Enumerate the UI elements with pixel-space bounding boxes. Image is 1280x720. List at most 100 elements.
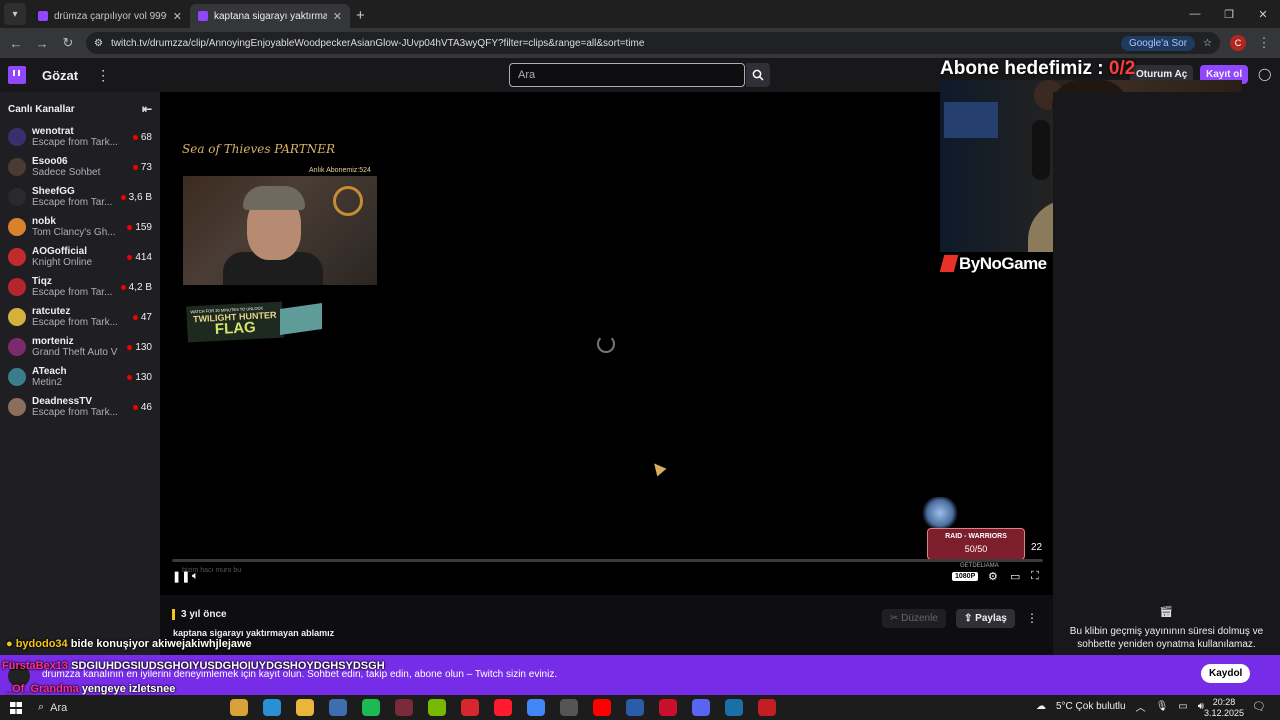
taskbar-app-icon[interactable] (230, 699, 248, 716)
close-tab-icon[interactable]: ✕ (173, 10, 182, 23)
seek-bar[interactable] (172, 559, 1043, 562)
clip-age: 3 yıl önce (172, 609, 227, 620)
channel-game: Escape from Tark... (32, 407, 118, 418)
sidebar-channel-morteniz[interactable]: morteniz Grand Theft Auto V 130 (0, 332, 160, 362)
taskbar-app-icon[interactable] (626, 699, 644, 716)
user-icon[interactable]: ◯ (1258, 67, 1271, 81)
raid-widget: RAID - WARRIORS 50/50 (927, 528, 1025, 560)
twitch-logo-icon[interactable] (8, 66, 26, 84)
browser-tab-strip: ▾ drümza çarpılıyor vol 999999 - ✕ kapta… (0, 0, 1280, 28)
video-player[interactable]: Sea of Thieves PARTNER Anlık Abonemiz:52… (160, 92, 1053, 595)
collapse-sidebar-icon[interactable]: ⇤ (142, 102, 152, 116)
search-input[interactable]: Ara (509, 63, 745, 87)
subscriber-count: Anlık Abonemiz:524 (309, 167, 371, 174)
viewer-count: 47 (133, 312, 152, 323)
address-bar[interactable]: ⚙ twitch.tv/drumzza/clip/AnnoyingEnjoyab… (86, 32, 1220, 54)
channel-name: DeadnessTV (32, 396, 93, 407)
sidebar-channel-ateach[interactable]: ATeach Metin2 130 (0, 362, 160, 392)
more-options-icon[interactable]: ⋮ (1026, 611, 1038, 625)
new-tab-button[interactable]: + (356, 7, 365, 24)
close-tab-icon[interactable]: ✕ (333, 10, 342, 23)
share-button[interactable]: ⇪ Paylaş (956, 609, 1015, 628)
sidebar-channel-ratcutez[interactable]: ratcutez Escape from Tark... 47 (0, 302, 160, 332)
theatre-mode-icon[interactable]: ▭ (1010, 570, 1020, 583)
quality-badge[interactable]: 1080P (952, 572, 979, 581)
loading-spinner-icon (597, 335, 615, 353)
settings-gear-icon[interactable]: ⚙ (988, 570, 998, 583)
raid-footer: GETDELIAMA (960, 563, 999, 569)
taskbar-app-icon[interactable] (395, 699, 413, 716)
taskbar-app-icon[interactable] (494, 699, 512, 716)
ingame-chat-text: bizim hacı muro bu (182, 567, 242, 574)
browser-tab-2[interactable]: kaptana sigarayı yaktırmayan al ✕ (190, 4, 350, 28)
forward-icon[interactable]: → (34, 36, 50, 51)
taskbar-app-icon[interactable] (725, 699, 743, 716)
taskbar-search[interactable]: ⌕ Ara (38, 701, 168, 714)
sidebar-channel-wenotrat[interactable]: wenotrat Escape from Tark... 68 (0, 122, 160, 152)
taskbar-clock[interactable]: 20:28 3.12.2025 (1204, 697, 1244, 719)
register-button[interactable]: Kaydol (1201, 664, 1251, 683)
browser-tab-1[interactable]: drümza çarpılıyor vol 999999 - ✕ (30, 4, 190, 28)
notifications-icon[interactable]: 🗨︎ (1252, 700, 1266, 713)
site-info-icon[interactable]: ⚙ (94, 38, 103, 49)
browser-menu-icon[interactable]: ⋮ (1256, 35, 1272, 51)
channel-avatar (8, 368, 26, 386)
search-button[interactable] (746, 63, 770, 87)
microphone-icon[interactable]: 🎙︎ (1156, 701, 1169, 712)
channel-avatar (8, 248, 26, 266)
volume-icon[interactable]: 🔈︎ (192, 570, 199, 583)
search-icon: ⌕ (38, 701, 45, 713)
tab-search-button[interactable]: ▾ (4, 3, 26, 25)
fullscreen-icon[interactable]: ⛶ (1031, 570, 1039, 583)
streamer-webcam (183, 176, 377, 285)
browse-link[interactable]: Gözat (42, 68, 78, 83)
restore-icon[interactable]: ❐ (1212, 0, 1246, 28)
player-counter: 22 (1031, 542, 1043, 553)
google-ask-button[interactable]: Google'a Sor (1120, 35, 1196, 51)
channel-name: wenotrat (32, 126, 74, 137)
taskbar-app-icon[interactable] (593, 699, 611, 716)
channel-game: Sadece Sohbet (32, 167, 101, 178)
taskbar-app-icon[interactable] (659, 699, 677, 716)
sidebar-channel-sheefgg[interactable]: SheefGG Escape from Tar... 3,6 B (0, 182, 160, 212)
pause-icon[interactable]: ❚❚ (172, 570, 190, 583)
taskbar-app-icon[interactable] (560, 699, 578, 716)
channel-game: Escape from Tar... (32, 197, 113, 208)
sidebar-channel-aogofficial[interactable]: AOGofficial Knight Online 414 (0, 242, 160, 272)
channel-avatar (8, 398, 26, 416)
chat-panel: 🎬︎ Bu klibin geçmiş yayınının süresi dol… (1053, 92, 1280, 655)
sidebar-channel-nobk[interactable]: nobk Tom Clancy's Gh... 159 (0, 212, 160, 242)
tab-title: drümza çarpılıyor vol 999999 - (54, 10, 167, 22)
back-icon[interactable]: ← (8, 36, 24, 51)
tray-chevron-icon[interactable]: ︿ (1136, 699, 1146, 714)
reload-icon[interactable]: ↻ (60, 35, 76, 51)
taskbar-app-icon[interactable] (296, 699, 314, 716)
twilight-hunter-flag-banner: WATCH FOR 20 MINUTES TO UNLOCK TWILIGHT … (186, 301, 284, 343)
more-menu-icon[interactable]: ⋮ (96, 67, 110, 84)
taskbar-app-icon[interactable] (362, 699, 380, 716)
taskbar-app-icon[interactable] (758, 699, 776, 716)
taskbar-app-icon[interactable] (527, 699, 545, 716)
taskbar-app-icon[interactable] (461, 699, 479, 716)
clock-date: 3.12.2025 (1204, 708, 1245, 718)
close-window-icon[interactable]: ✕ (1246, 0, 1280, 28)
bookmark-star-icon[interactable]: ☆ (1203, 38, 1212, 49)
windows-taskbar: ⌕ Ara ☁ 5°C Çok bulutlu ︿ 🎙︎ ▭ 🔊︎ 20:28 3… (0, 695, 1280, 720)
start-windows-icon[interactable] (10, 701, 22, 714)
sidebar-channel-tiqz[interactable]: Tiqz Escape from Tar... 4,2 B (0, 272, 160, 302)
taskbar-app-icon[interactable] (263, 699, 281, 716)
network-icon[interactable]: ▭ (1178, 701, 1187, 712)
viewer-count: 130 (127, 342, 152, 353)
minimize-icon[interactable]: — (1178, 0, 1212, 28)
channel-game: Grand Theft Auto V (32, 347, 118, 358)
sidebar-heading: Canlı Kanallar (8, 103, 75, 115)
channel-name: morteniz (32, 336, 74, 347)
taskbar-app-icon[interactable] (329, 699, 347, 716)
edit-button[interactable]: ✂ Düzenle (882, 609, 946, 628)
taskbar-app-icon[interactable] (692, 699, 710, 716)
taskbar-search-label: Ara (50, 701, 68, 714)
profile-avatar[interactable]: C (1230, 35, 1246, 51)
sidebar-channel-esoo06[interactable]: Esoo06 Sadece Sohbet 73 (0, 152, 160, 182)
taskbar-app-icon[interactable] (428, 699, 446, 716)
sidebar-channel-deadnesstv[interactable]: DeadnessTV Escape from Tark... 46 (0, 392, 160, 422)
